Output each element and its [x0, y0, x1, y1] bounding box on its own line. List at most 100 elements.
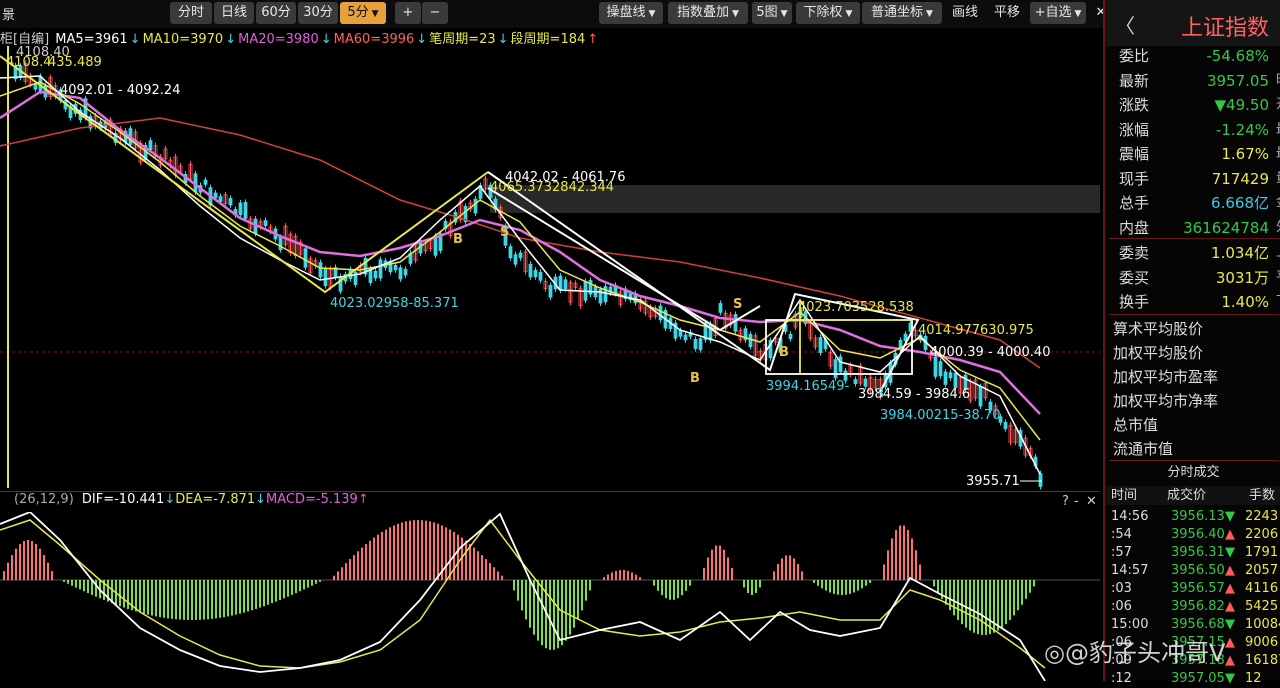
chevron-down-icon: ▼: [926, 9, 933, 19]
back-icon[interactable]: 〈: [1115, 10, 1135, 39]
candle-body: [933, 356, 938, 377]
draw-line-button[interactable]: 画线: [945, 2, 985, 24]
candle-body: [238, 202, 243, 216]
down-arrow-icon: ↓: [416, 32, 428, 47]
buy-marker: B: [453, 232, 463, 247]
order-value: 1.034亿: [1211, 244, 1269, 262]
help-icon[interactable]: ?: [1062, 494, 1069, 509]
ma-legend: 柜[自编] MA5=3961 ↓ MA10=3970 ↓ MA20=3980 ↓ MA60=…: [0, 28, 1100, 47]
period-button-fenshi[interactable]: 分时: [170, 2, 212, 24]
divider: [1109, 460, 1279, 461]
quote-extra: 最: [1276, 142, 1280, 166]
five-chart-dropdown[interactable]: 5图 ▼: [752, 2, 792, 24]
trade-row: 14:57 3956.50 ▲ 2057: [1105, 561, 1280, 580]
candle-body: [403, 268, 408, 276]
chart-label-top-left-b: 435.489: [48, 55, 102, 70]
chevron-down-icon: ▼: [732, 9, 739, 19]
trade-time: :54: [1111, 527, 1132, 542]
five-chart-label: 5图: [756, 5, 778, 20]
order-row: 委买 3031万平: [1113, 266, 1280, 290]
trade-volume: 12: [1245, 671, 1262, 686]
index-overlay-dropdown[interactable]: 指数叠加 ▼: [668, 2, 748, 24]
close-icon[interactable]: ✕: [1086, 494, 1097, 509]
trade-price: 3956.57: [1171, 581, 1225, 596]
up-triangle-icon: ▲: [1225, 527, 1235, 542]
up-triangle-icon: ▲: [1225, 599, 1235, 614]
sell-marker: S: [733, 297, 742, 312]
quote-label: 现手: [1119, 169, 1150, 188]
order-row: 换手 1.40% 下: [1113, 290, 1280, 314]
stat-link[interactable]: 加权平均股价: [1113, 342, 1203, 363]
price-annotations: 4108.40 4108.4 435.489 4092.01 - 4092.24…: [6, 46, 1050, 489]
stat-link[interactable]: 流通市值: [1113, 438, 1173, 459]
caopanxian-dropdown[interactable]: 操盘线 ▼: [599, 2, 663, 24]
quote-row: 总手 6.668亿金: [1113, 191, 1280, 215]
macd-chart[interactable]: [0, 512, 1100, 681]
chart-label-5: 4023.703528.538: [798, 300, 914, 315]
chevron-down-icon: ▼: [648, 9, 656, 19]
trade-row: :54 3956.40 ▲ 2206: [1105, 525, 1280, 544]
kline-chart[interactable]: 4108.40 4108.4 435.489 4092.01 - 4092.24…: [0, 46, 1100, 491]
period-button-60min[interactable]: 60分: [256, 2, 296, 24]
candle-body: [508, 246, 513, 259]
order-value: 3031万: [1215, 268, 1269, 287]
trade-volume: 16187: [1245, 653, 1280, 668]
axis-scale-dropdown[interactable]: 普通坐标 ▼: [862, 2, 942, 24]
period-button-daily[interactable]: 日线: [214, 2, 254, 24]
trade-volume: 9006: [1245, 635, 1279, 650]
trade-price: 3957.05: [1171, 671, 1225, 686]
caopanxian-label: 操盘线: [606, 5, 646, 20]
stat-link[interactable]: 算术平均股价: [1113, 318, 1203, 339]
quote-value: ▼49.50: [1214, 96, 1269, 114]
quote-row: 内盘 361624784 外: [1113, 216, 1280, 240]
quote-label: 震幅: [1119, 145, 1150, 163]
trade-volume: 2206: [1245, 527, 1279, 542]
down-triangle-icon: ▼: [1225, 671, 1235, 686]
trade-volume: 4116: [1245, 581, 1279, 596]
candle-body: [558, 275, 563, 291]
macd-params: (26,12,9): [14, 492, 74, 507]
candle-body: [378, 259, 383, 279]
candle-body: [978, 386, 983, 407]
trade-volume: 5425: [1245, 599, 1279, 614]
buy-marker: B: [779, 345, 789, 360]
stat-link[interactable]: 加权平均市盈率: [1113, 366, 1218, 387]
minimize-icon[interactable]: -: [1074, 494, 1079, 509]
trade-row: 15:00 3956.68▼ 10084: [1105, 615, 1280, 634]
pan-button[interactable]: 平移: [987, 2, 1027, 24]
candle-body: [718, 303, 723, 313]
trade-price: 3956.40: [1171, 527, 1225, 542]
dea-value: DEA=-7.871: [175, 492, 256, 507]
add-watchlist-dropdown[interactable]: +自选 ▼: [1030, 2, 1086, 24]
trades-title: 分时成交: [1167, 465, 1220, 480]
period-button-30min[interactable]: 30分: [298, 2, 338, 24]
trade-row: :57 3956.31 ▼ 1791: [1105, 543, 1280, 562]
zoom-out-button[interactable]: −: [422, 2, 448, 24]
trade-price: 3956.82: [1171, 599, 1225, 614]
quote-value: 717429: [1211, 169, 1269, 188]
quote-value: 6.668亿: [1211, 194, 1269, 212]
down-arrow-icon: ↓: [129, 32, 141, 47]
stat-link[interactable]: 总市值: [1113, 414, 1158, 435]
col-volume: 手数: [1249, 488, 1276, 503]
candle-body: [938, 361, 943, 377]
quote-row: 现手 717429 量: [1113, 167, 1280, 191]
candle-body: [953, 372, 958, 388]
ma5-value: MA5=3961: [55, 32, 128, 47]
col-time: 时间: [1111, 488, 1138, 503]
zoom-in-button[interactable]: +: [395, 2, 421, 24]
stat-link[interactable]: 加权平均市净率: [1113, 390, 1218, 411]
quote-extra: 金: [1276, 191, 1280, 215]
trade-row: :03 3956.57 ▲ 4116: [1105, 579, 1280, 598]
chart-label-8: 3994.16549-: [766, 379, 850, 394]
weibo-icon: ◎: [1044, 639, 1065, 667]
stock-title: 上证指数: [1181, 16, 1270, 41]
top-toolbar: 景 分时 日线 60分 30分 5分 ▼ + − 操盘线 ▼ 指数叠加 ▼ 5图 ▼ 下…: [0, 0, 1115, 28]
candle-body: [318, 262, 323, 278]
divider: [1109, 314, 1279, 315]
quote-label: 委比: [1119, 47, 1150, 65]
quote-label: 内盘: [1119, 218, 1150, 237]
chart-label-9: 3984.59 - 3984.6: [858, 387, 970, 402]
ex-rights-dropdown[interactable]: 下除权 ▼: [796, 2, 860, 24]
period-button-5min[interactable]: 5分 ▼: [340, 2, 386, 24]
